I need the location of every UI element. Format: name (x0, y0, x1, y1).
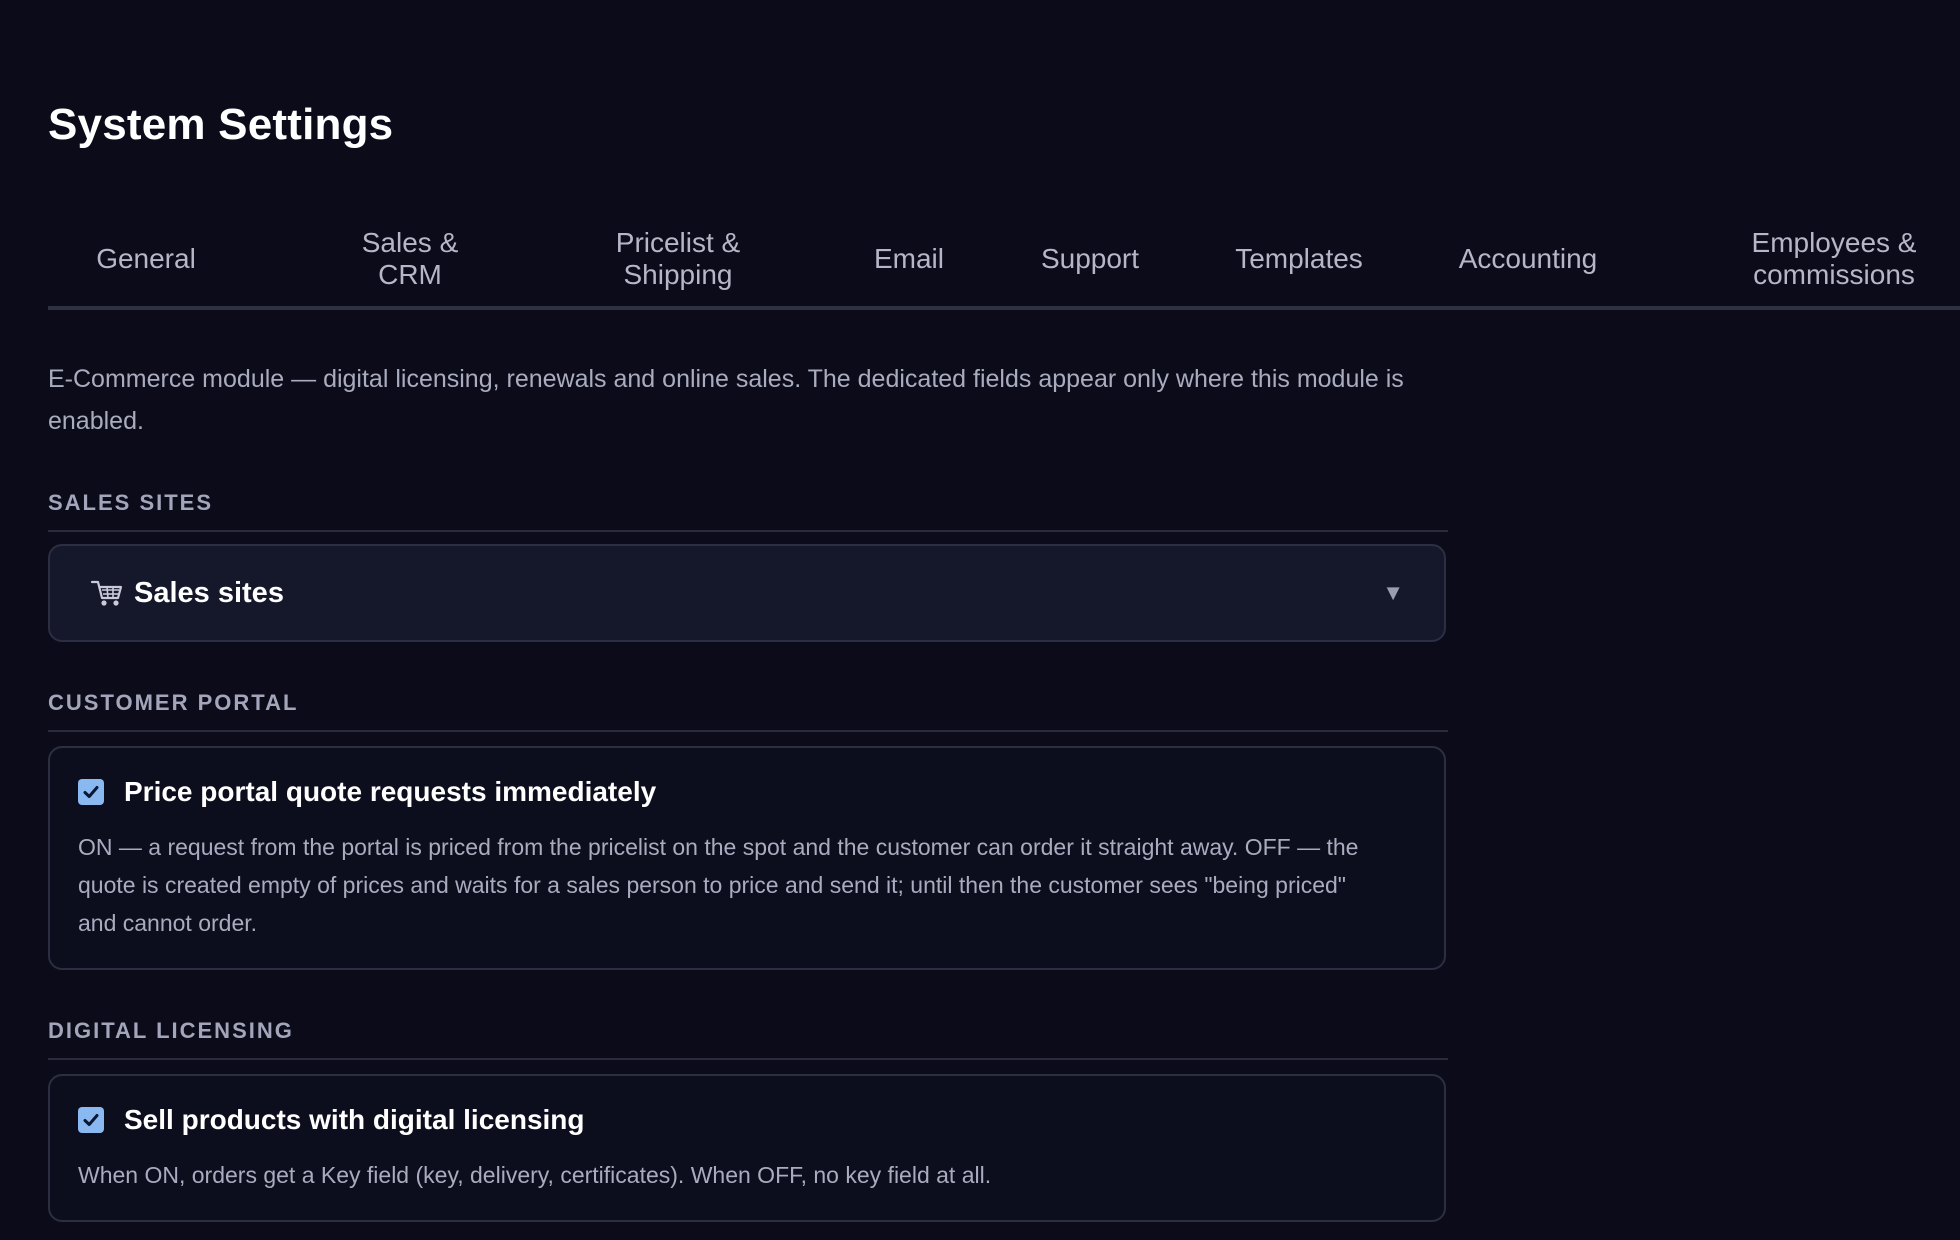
tab-employees-commissions[interactable]: Employees & commissions (1698, 212, 1960, 306)
digital-licensing-checkbox[interactable] (78, 1107, 104, 1133)
tab-accounting[interactable]: Accounting (1420, 212, 1636, 306)
settings-tab-bar: General Sales & CRM Pricelist & Shipping… (48, 212, 1960, 310)
tab-pricelist-shipping[interactable]: Pricelist & Shipping (566, 212, 790, 306)
chevron-down-icon: ▼ (1382, 580, 1404, 605)
page-title: System Settings (48, 100, 394, 149)
digital-licensing-label: Sell products with digital licensing (124, 1104, 585, 1135)
digital-licensing-card: Sell products with digital licensing Whe… (48, 1074, 1446, 1222)
module-description: E-Commerce module — digital licensing, r… (48, 365, 1404, 435)
section-heading-sales-sites: SALES SITES (48, 490, 1448, 532)
price-portal-quotes-label: Price portal quote requests immediately (124, 776, 657, 807)
digital-licensing-help: When ON, orders get a Key field (key, de… (78, 1162, 992, 1188)
price-portal-quotes-help: ON — a request from the portal is priced… (78, 834, 1359, 936)
section-heading-digital-licensing: DIGITAL LICENSING (48, 1018, 1448, 1060)
shopping-cart-icon (90, 578, 124, 608)
tab-sales-crm[interactable]: Sales & CRM (310, 212, 510, 306)
sales-sites-panel-toggle[interactable]: Sales sites ▼ (48, 544, 1446, 642)
price-portal-quotes-card: Price portal quote requests immediately … (48, 746, 1446, 970)
system-settings-page: System Settings General Sales & CRM Pric… (0, 0, 1960, 1240)
sales-sites-panel-title: Sales sites (134, 576, 284, 609)
tab-support[interactable]: Support (1002, 212, 1178, 306)
price-portal-quotes-option: Price portal quote requests immediately (78, 776, 656, 808)
tab-templates[interactable]: Templates (1196, 212, 1402, 306)
tab-email[interactable]: Email (834, 212, 984, 306)
price-portal-quotes-checkbox[interactable] (78, 779, 104, 805)
checkmark-icon (83, 1114, 99, 1126)
tab-general[interactable]: General (48, 212, 244, 306)
section-heading-customer-portal: CUSTOMER PORTAL (48, 690, 1448, 732)
checkmark-icon (83, 786, 99, 798)
digital-licensing-option: Sell products with digital licensing (78, 1104, 585, 1136)
